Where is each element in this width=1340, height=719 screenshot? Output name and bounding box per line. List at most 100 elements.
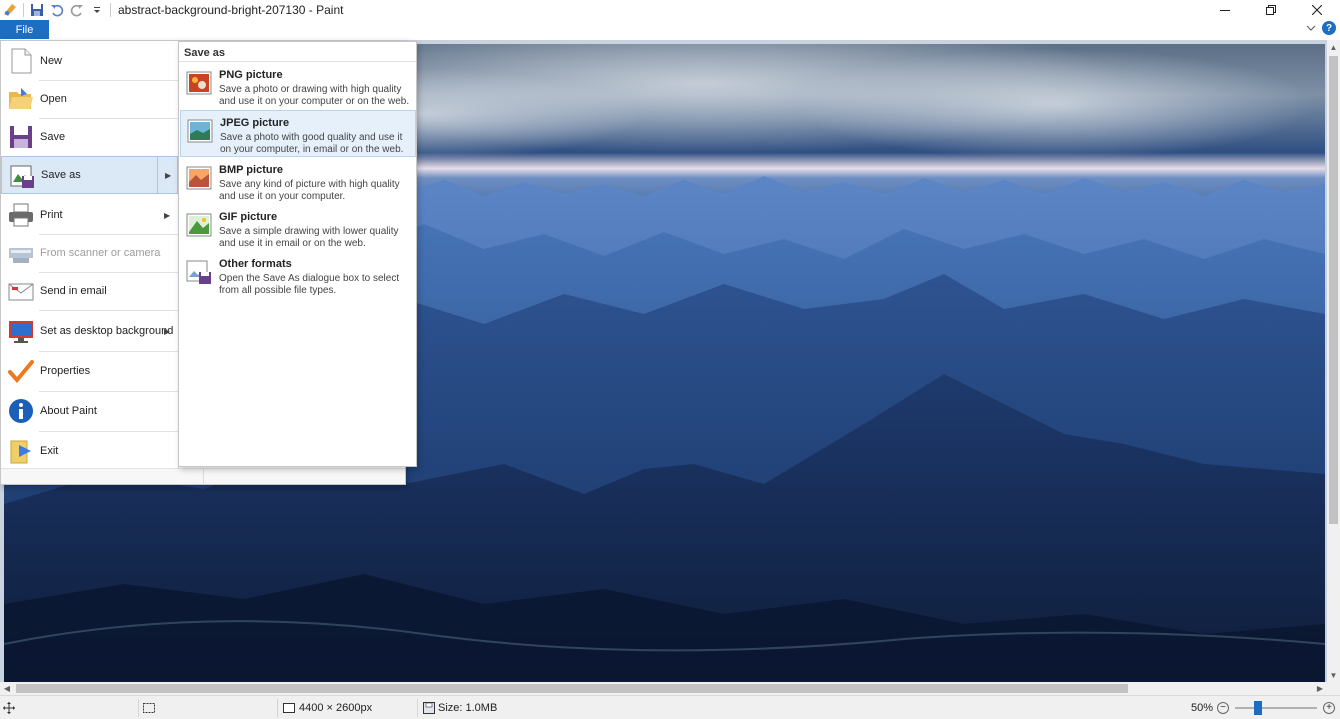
save-as-option-description: Save any kind of picture with high quali… (219, 179, 400, 202)
save-as-option-description: Save a photo with good quality and use i… (220, 132, 404, 155)
email-icon (7, 277, 35, 305)
scroll-right-arrow-icon[interactable]: ▶ (1313, 682, 1327, 695)
save-icon[interactable] (29, 2, 45, 18)
zoom-in-button[interactable]: + (1323, 702, 1335, 714)
close-button[interactable] (1294, 0, 1340, 20)
zoom-level: 50% (1191, 702, 1214, 714)
submenu-arrow-icon: ▶ (164, 326, 171, 336)
other-formats-icon (186, 260, 212, 284)
title-bar: abstract-background-bright-207130 - Pain… (0, 0, 1340, 20)
menu-item-label: About Paint (40, 405, 97, 417)
toolbar-separator (110, 3, 111, 17)
minimize-button[interactable] (1202, 0, 1248, 20)
menu-item-send-email[interactable]: Send in email (1, 272, 178, 310)
paint-app-icon[interactable] (2, 2, 18, 18)
save-as-jpeg[interactable]: JPEG picture Save a photo with good qual… (180, 110, 416, 157)
menu-item-set-desktop-background[interactable]: Set as desktop background ▶ (1, 312, 178, 350)
help-icon[interactable]: ? (1322, 21, 1336, 35)
zoom-out-button[interactable]: − (1217, 702, 1229, 714)
toolbar-separator (23, 3, 24, 17)
save-as-icon (8, 162, 36, 190)
menu-item-exit[interactable]: Exit (1, 432, 178, 470)
menu-item-label: Properties (40, 365, 91, 377)
file-size-icon (423, 696, 435, 719)
png-file-icon (186, 71, 212, 95)
menu-item-label: Open (40, 93, 67, 105)
selection-size-icon (143, 696, 155, 719)
save-as-option-title: JPEG picture (220, 117, 290, 129)
zoom-slider-thumb[interactable] (1254, 701, 1262, 715)
open-folder-icon (7, 85, 35, 113)
save-disk-icon (7, 123, 35, 151)
file-menu-footer (1, 468, 405, 485)
horizontal-scrollbar[interactable]: ◀ ▶ (0, 682, 1327, 695)
save-as-option-description: Save a simple drawing with lower quality… (219, 226, 399, 249)
image-dimensions-icon (283, 696, 295, 719)
zoom-slider-track[interactable] (1235, 707, 1317, 709)
vertical-scroll-thumb[interactable] (1329, 56, 1338, 524)
file-menu-items: New Open Save Save as ▶ Print ▶ From sca… (1, 41, 178, 468)
menu-item-print[interactable]: Print ▶ (1, 196, 178, 234)
menu-item-about-paint[interactable]: About Paint (1, 392, 178, 430)
save-as-option-title: BMP picture (219, 164, 283, 176)
info-icon (7, 397, 35, 425)
cursor-position-icon (3, 696, 15, 719)
image-dimensions: 4400 × 2600px (299, 702, 373, 714)
save-as-header: Save as (179, 42, 416, 62)
quick-access-toolbar (0, 0, 116, 20)
new-document-icon (7, 47, 35, 75)
save-as-option-title: GIF picture (219, 211, 278, 223)
save-as-option-title: Other formats (219, 258, 292, 270)
ribbon-tabs: File ? (0, 20, 1340, 40)
menu-item-label: Send in email (40, 285, 107, 297)
window-title: abstract-background-bright-207130 - Pain… (118, 3, 344, 17)
save-as-other-formats[interactable]: Other formats Open the Save As dialogue … (180, 252, 416, 299)
vertical-scrollbar[interactable]: ▲ ▼ (1327, 40, 1340, 682)
desktop-background-icon (7, 317, 35, 345)
save-as-option-title: PNG picture (219, 69, 283, 81)
save-as-option-description: Open the Save As dialogue box to select … (219, 273, 400, 296)
restore-button[interactable] (1248, 0, 1294, 20)
menu-item-open[interactable]: Open (1, 80, 178, 118)
menu-item-save-as[interactable]: Save as ▶ (1, 156, 178, 194)
save-as-option-description: Save a photo or drawing with high qualit… (219, 84, 410, 107)
menu-item-new[interactable]: New (1, 42, 178, 80)
printer-icon (7, 201, 35, 229)
menu-item-label: Exit (40, 445, 59, 457)
save-as-bmp[interactable]: BMP picture Save any kind of picture wit… (180, 158, 416, 205)
exit-icon (7, 437, 35, 465)
menu-item-label: Save as (41, 169, 81, 181)
customize-dropdown-icon[interactable] (89, 2, 105, 18)
scroll-down-arrow-icon[interactable]: ▼ (1327, 668, 1340, 682)
checkmark-icon (7, 357, 35, 385)
scroll-up-arrow-icon[interactable]: ▲ (1327, 40, 1340, 54)
submenu-arrow-icon: ▶ (165, 170, 172, 180)
menu-item-label: Set as desktop background (40, 325, 174, 337)
horizontal-scroll-thumb[interactable] (16, 684, 1128, 693)
save-as-submenu: Save as PNG picture Save a photo or draw… (178, 41, 417, 467)
redo-icon[interactable] (69, 2, 85, 18)
jpeg-file-icon (187, 119, 213, 143)
menu-item-label: From scanner or camera (40, 247, 161, 259)
chevron-down-icon[interactable] (1306, 21, 1316, 35)
save-as-gif[interactable]: GIF picture Save a simple drawing with l… (180, 205, 416, 252)
submenu-arrow-icon: ▶ (164, 210, 171, 220)
status-bar: 4400 × 2600px Size: 1.0MB 50% − + (0, 695, 1340, 719)
gif-file-icon (186, 213, 212, 237)
undo-icon[interactable] (49, 2, 65, 18)
scanner-icon (7, 239, 35, 267)
menu-item-label: Print (40, 209, 63, 221)
scroll-left-arrow-icon[interactable]: ◀ (0, 682, 14, 695)
menu-item-label: New (40, 55, 63, 67)
file-tab[interactable]: File (0, 20, 49, 39)
menu-item-save[interactable]: Save (1, 118, 178, 156)
menu-item-properties[interactable]: Properties (1, 352, 178, 390)
menu-item-label: Save (40, 131, 66, 143)
bmp-file-icon (186, 166, 212, 190)
menu-item-from-scanner: From scanner or camera (1, 234, 178, 272)
window-controls (1202, 0, 1340, 20)
save-as-png[interactable]: PNG picture Save a photo or drawing with… (180, 63, 416, 110)
scrollbar-corner (1327, 682, 1340, 695)
file-size: Size: 1.0MB (438, 702, 498, 714)
ribbon-controls: ? (1306, 21, 1336, 35)
